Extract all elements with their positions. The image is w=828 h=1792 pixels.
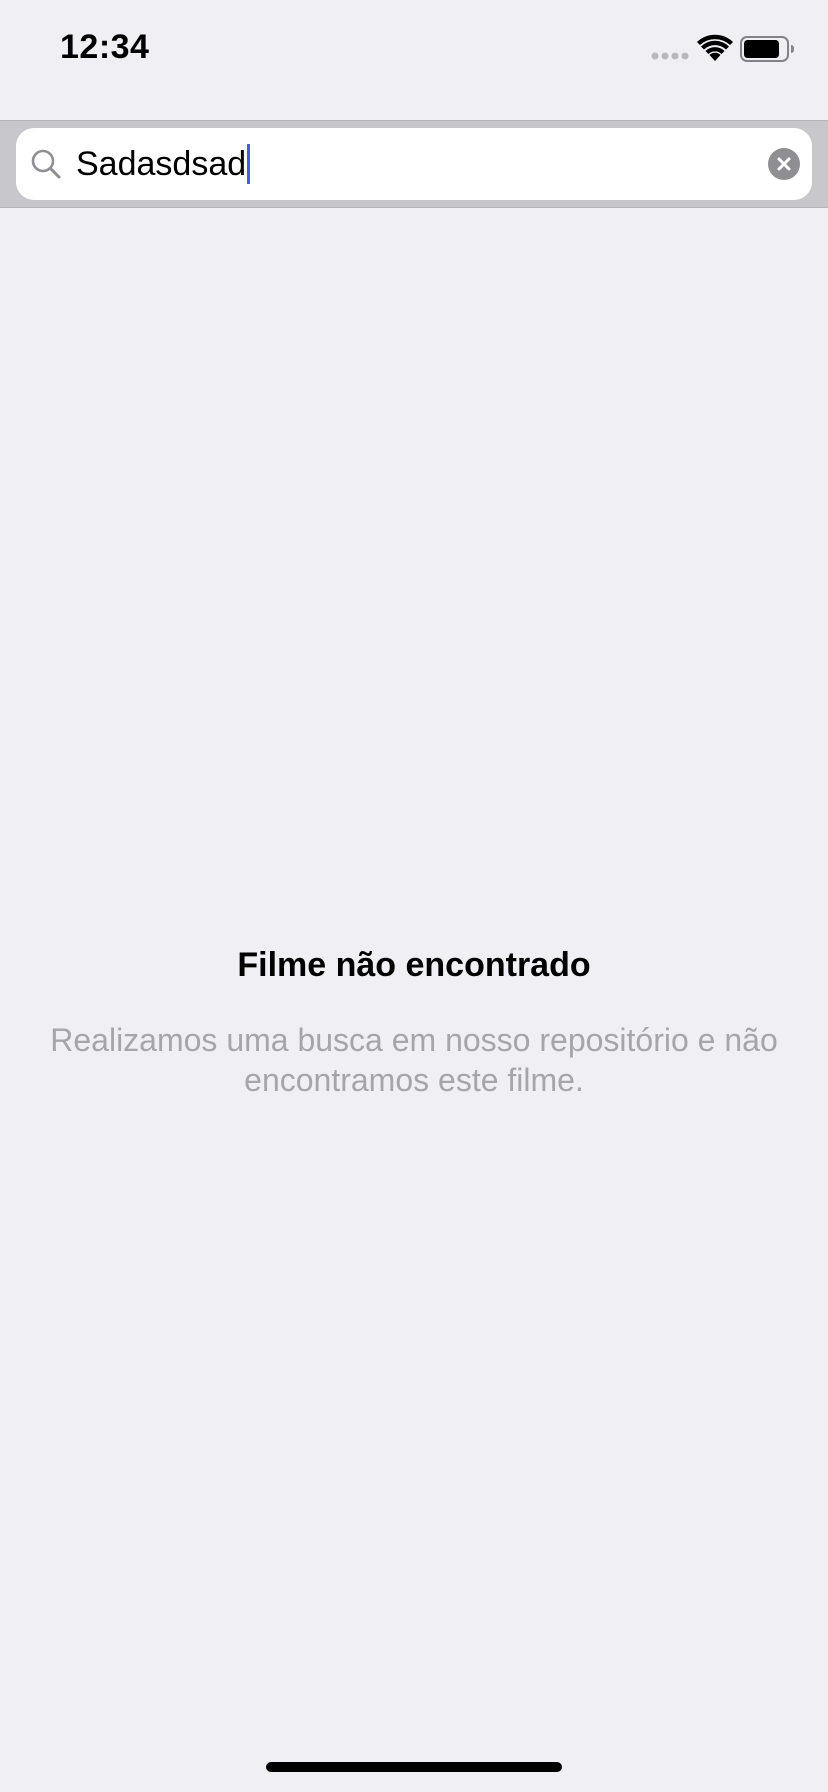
- search-input[interactable]: Sadasdsad: [16, 128, 812, 200]
- status-time: 12:34: [60, 28, 150, 66]
- empty-state-message: Realizamos uma busca em nosso repositóri…: [50, 1022, 778, 1098]
- clear-icon: [777, 157, 791, 171]
- search-query: Sadasdsad: [76, 145, 247, 183]
- home-indicator[interactable]: [266, 1762, 562, 1772]
- search-icon: [31, 149, 61, 179]
- search-bar: Sadasdsad: [0, 120, 828, 208]
- wifi-icon: [697, 34, 733, 61]
- status-bar: 12:34: [0, 0, 828, 100]
- text-caret: [247, 144, 251, 185]
- search-text-value[interactable]: Sadasdsad: [76, 142, 251, 186]
- empty-state-title: Filme não encontrado: [237, 946, 591, 984]
- battery-icon: [740, 36, 794, 62]
- empty-state: Filme não encontrado Realizamos uma busc…: [0, 940, 828, 1100]
- clear-button[interactable]: [768, 148, 800, 180]
- signal-dots-icon: [651, 52, 689, 60]
